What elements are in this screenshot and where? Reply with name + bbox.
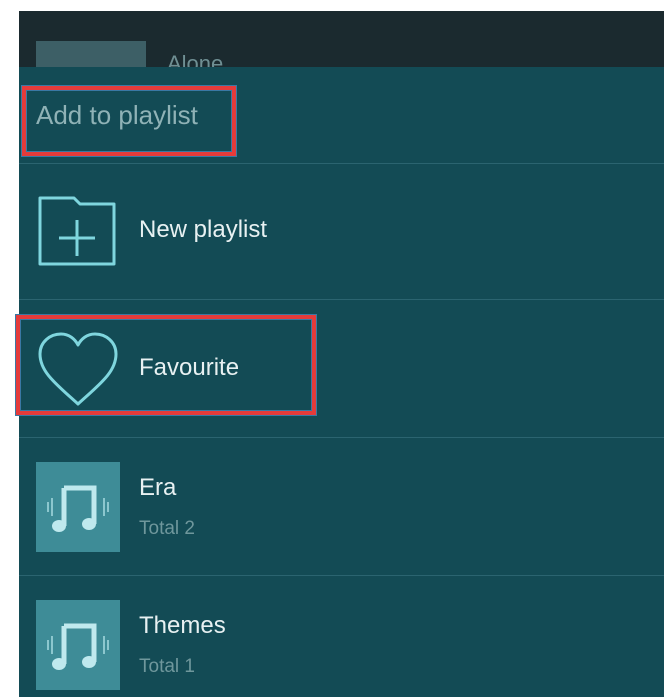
music-note-icon [36, 623, 120, 694]
favourite-highlight-box [16, 315, 316, 415]
new-playlist-item[interactable]: New playlist [19, 163, 664, 300]
playlist-name: Themes [139, 612, 226, 639]
folder-plus-icon [36, 196, 118, 273]
playlist-count: Total 2 [139, 518, 195, 539]
add-to-playlist-dialog: Add to playlist New playlist Favourite E… [16, 67, 664, 698]
music-note-icon [36, 485, 120, 556]
background-track-row: Alone [19, 11, 664, 81]
playlist-name: Era [139, 474, 177, 501]
playlist-thumbnail [36, 462, 120, 552]
playlist-item-era[interactable]: Era Total 2 [19, 437, 664, 576]
playlist-item-themes[interactable]: Themes Total 1 [19, 575, 664, 698]
playlist-count: Total 1 [139, 656, 195, 677]
new-playlist-label: New playlist [139, 216, 268, 243]
title-highlight-box [22, 86, 236, 156]
playlist-thumbnail [36, 600, 120, 690]
